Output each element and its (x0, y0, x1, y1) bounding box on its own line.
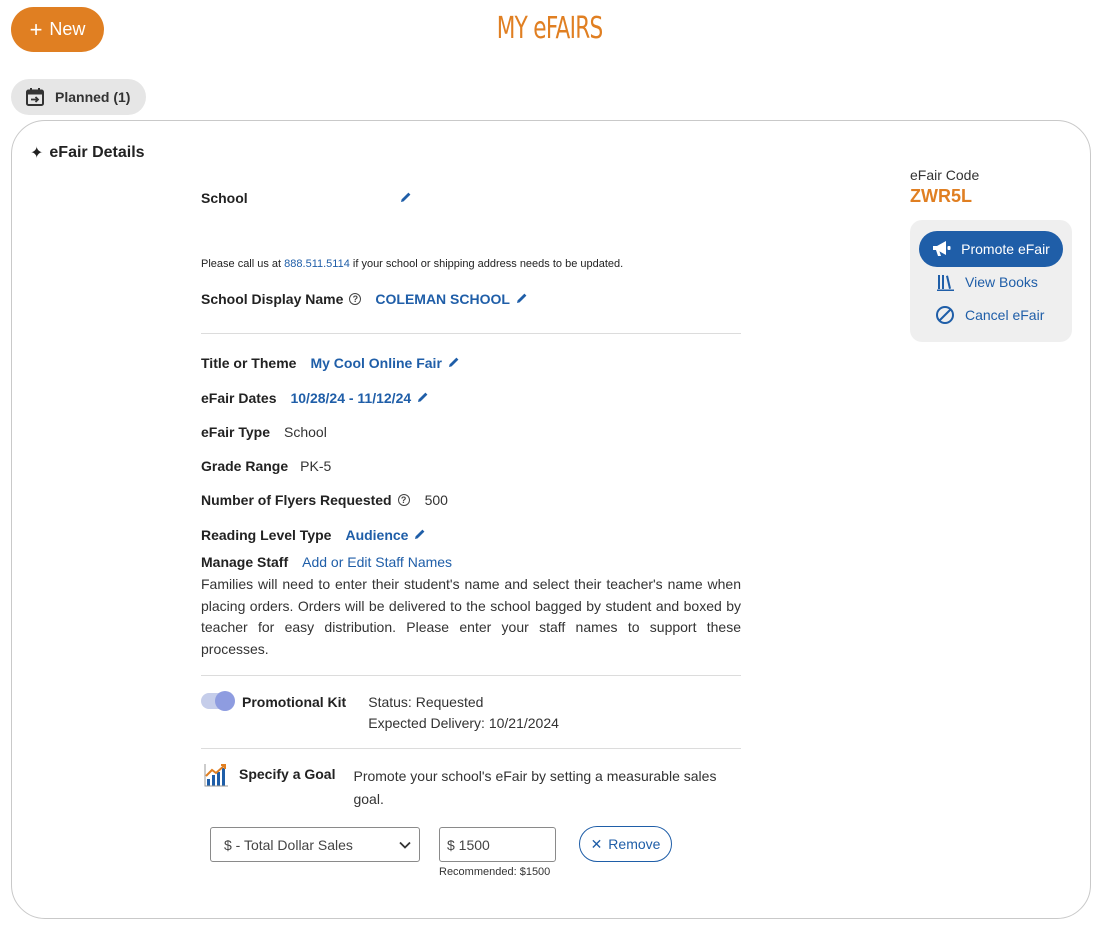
card-title: ✦ eFair Details (30, 143, 145, 163)
books-icon (937, 275, 954, 291)
title-value[interactable]: My Cool Online Fair (310, 355, 441, 371)
goal-description-line-2: goal. (353, 791, 384, 807)
goal-amount-input[interactable]: $ 1500 (439, 827, 556, 862)
page-title: MY eFAIRS (496, 11, 604, 46)
goal-description-line-1: Promote your school's eFair by setting a… (353, 768, 717, 784)
help-icon[interactable]: ? (397, 494, 410, 506)
reading-label: Reading Level Type (201, 527, 332, 543)
flyers-value: 500 (424, 492, 448, 508)
promo-kit-toggle[interactable] (201, 691, 235, 711)
view-books-link[interactable]: View Books (937, 273, 1038, 291)
promo-label: Promotional Kit (242, 694, 347, 710)
support-phone-link[interactable]: 888.511.5114 (284, 258, 350, 270)
staff-row: Manage Staff Add or Edit Staff Names (201, 554, 452, 570)
dates-label: eFair Dates (201, 390, 277, 406)
edit-display-name-icon[interactable] (516, 291, 528, 307)
remove-label: Remove (608, 836, 661, 852)
tab-planned-label: Planned (1) (55, 89, 131, 105)
divider (201, 333, 741, 334)
promo-status: Status: Requested (368, 694, 484, 710)
school-row: School (201, 190, 412, 206)
promo-delivery: Expected Delivery: 10/21/2024 (368, 715, 559, 731)
goal-recommended: Recommended: $1500 (439, 866, 551, 878)
grade-label: Grade Range (201, 458, 289, 474)
actions-panel: Promote eFair View Books Cancel eFair (910, 220, 1072, 342)
help-icon[interactable]: ? (349, 293, 362, 305)
efair-details-card: ✦ eFair Details School Please call us at… (11, 120, 1091, 919)
reading-value[interactable]: Audience (345, 527, 408, 543)
goal-type-select[interactable]: $ - Total Dollar Sales (210, 827, 420, 862)
flyers-label: Number of Flyers Requested (201, 492, 392, 508)
edit-reading-icon[interactable] (414, 527, 426, 543)
goal-row: Specify a Goal Promote your school's eFa… (201, 762, 716, 811)
megaphone-icon (933, 241, 951, 256)
promote-efair-button[interactable]: Promote eFair (919, 231, 1063, 267)
goal-description: Promote your school's eFair by setting a… (353, 765, 716, 811)
efair-code-label: eFair Code (910, 167, 980, 183)
title-row: Title or Theme My Cool Online Fair (201, 355, 460, 371)
card-title-text: eFair Details (49, 144, 145, 161)
divider (201, 675, 741, 676)
view-books-label: View Books (965, 274, 1038, 290)
school-label: School (201, 190, 248, 206)
address-note: Please call us at 888.511.5114 if your s… (201, 258, 623, 270)
grade-row: Grade Range PK-5 (201, 458, 331, 474)
title-label: Title or Theme (201, 355, 297, 371)
plus-icon: + (29, 16, 43, 42)
type-value: School (284, 424, 327, 440)
display-name-value[interactable]: COLEMAN SCHOOL (375, 291, 510, 307)
toggle-knob (215, 691, 235, 711)
divider (201, 748, 741, 749)
new-button-label: New (49, 19, 86, 39)
staff-label: Manage Staff (201, 554, 289, 570)
edit-dates-icon[interactable] (417, 390, 429, 406)
dates-value[interactable]: 10/28/24 - 11/12/24 (290, 390, 411, 406)
promote-label: Promote eFair (961, 241, 1050, 257)
display-name-label: School Display Name (201, 291, 344, 307)
goal-amount-value: $ 1500 (447, 836, 490, 853)
new-efair-button[interactable]: + New (11, 7, 104, 52)
efair-code-value: ZWR5L (910, 186, 972, 206)
promo-row: Promotional Kit Status: Requested Expect… (201, 691, 559, 734)
chevron-down-icon (399, 841, 411, 849)
edit-title-icon[interactable] (448, 355, 460, 371)
bar-chart-icon (204, 764, 228, 787)
address-note-suffix: if your school or shipping address needs… (352, 258, 624, 270)
promo-status-block: Status: Requested Expected Delivery: 10/… (368, 692, 559, 734)
cancel-label: Cancel eFair (965, 307, 1045, 323)
type-label: eFair Type (201, 424, 270, 440)
edit-staff-link[interactable]: Add or Edit Staff Names (302, 554, 452, 570)
close-icon: ✕ (590, 835, 603, 852)
reading-row: Reading Level Type Audience (201, 527, 426, 543)
dates-row: eFair Dates 10/28/24 - 11/12/24 (201, 390, 429, 406)
edit-school-icon[interactable] (400, 190, 412, 206)
remove-goal-button[interactable]: ✕ Remove (579, 826, 672, 862)
goal-select-value: $ - Total Dollar Sales (224, 836, 353, 853)
staff-description: Families will need to enter their studen… (201, 576, 741, 658)
address-note-prefix: Please call us at (201, 258, 282, 270)
cancel-efair-link[interactable]: Cancel eFair (935, 305, 1044, 325)
type-row: eFair Type School (201, 424, 327, 440)
calendar-icon (26, 88, 44, 106)
goal-label: Specify a Goal (239, 766, 336, 782)
display-name-row: School Display Name ? COLEMAN SCHOOL (201, 291, 528, 307)
tab-planned[interactable]: Planned (1) (11, 79, 146, 115)
sparkle-icon: ✦ (30, 145, 44, 162)
flyers-row: Number of Flyers Requested ? 500 (201, 492, 448, 508)
cancel-icon (936, 306, 954, 324)
grade-value: PK-5 (300, 458, 332, 474)
